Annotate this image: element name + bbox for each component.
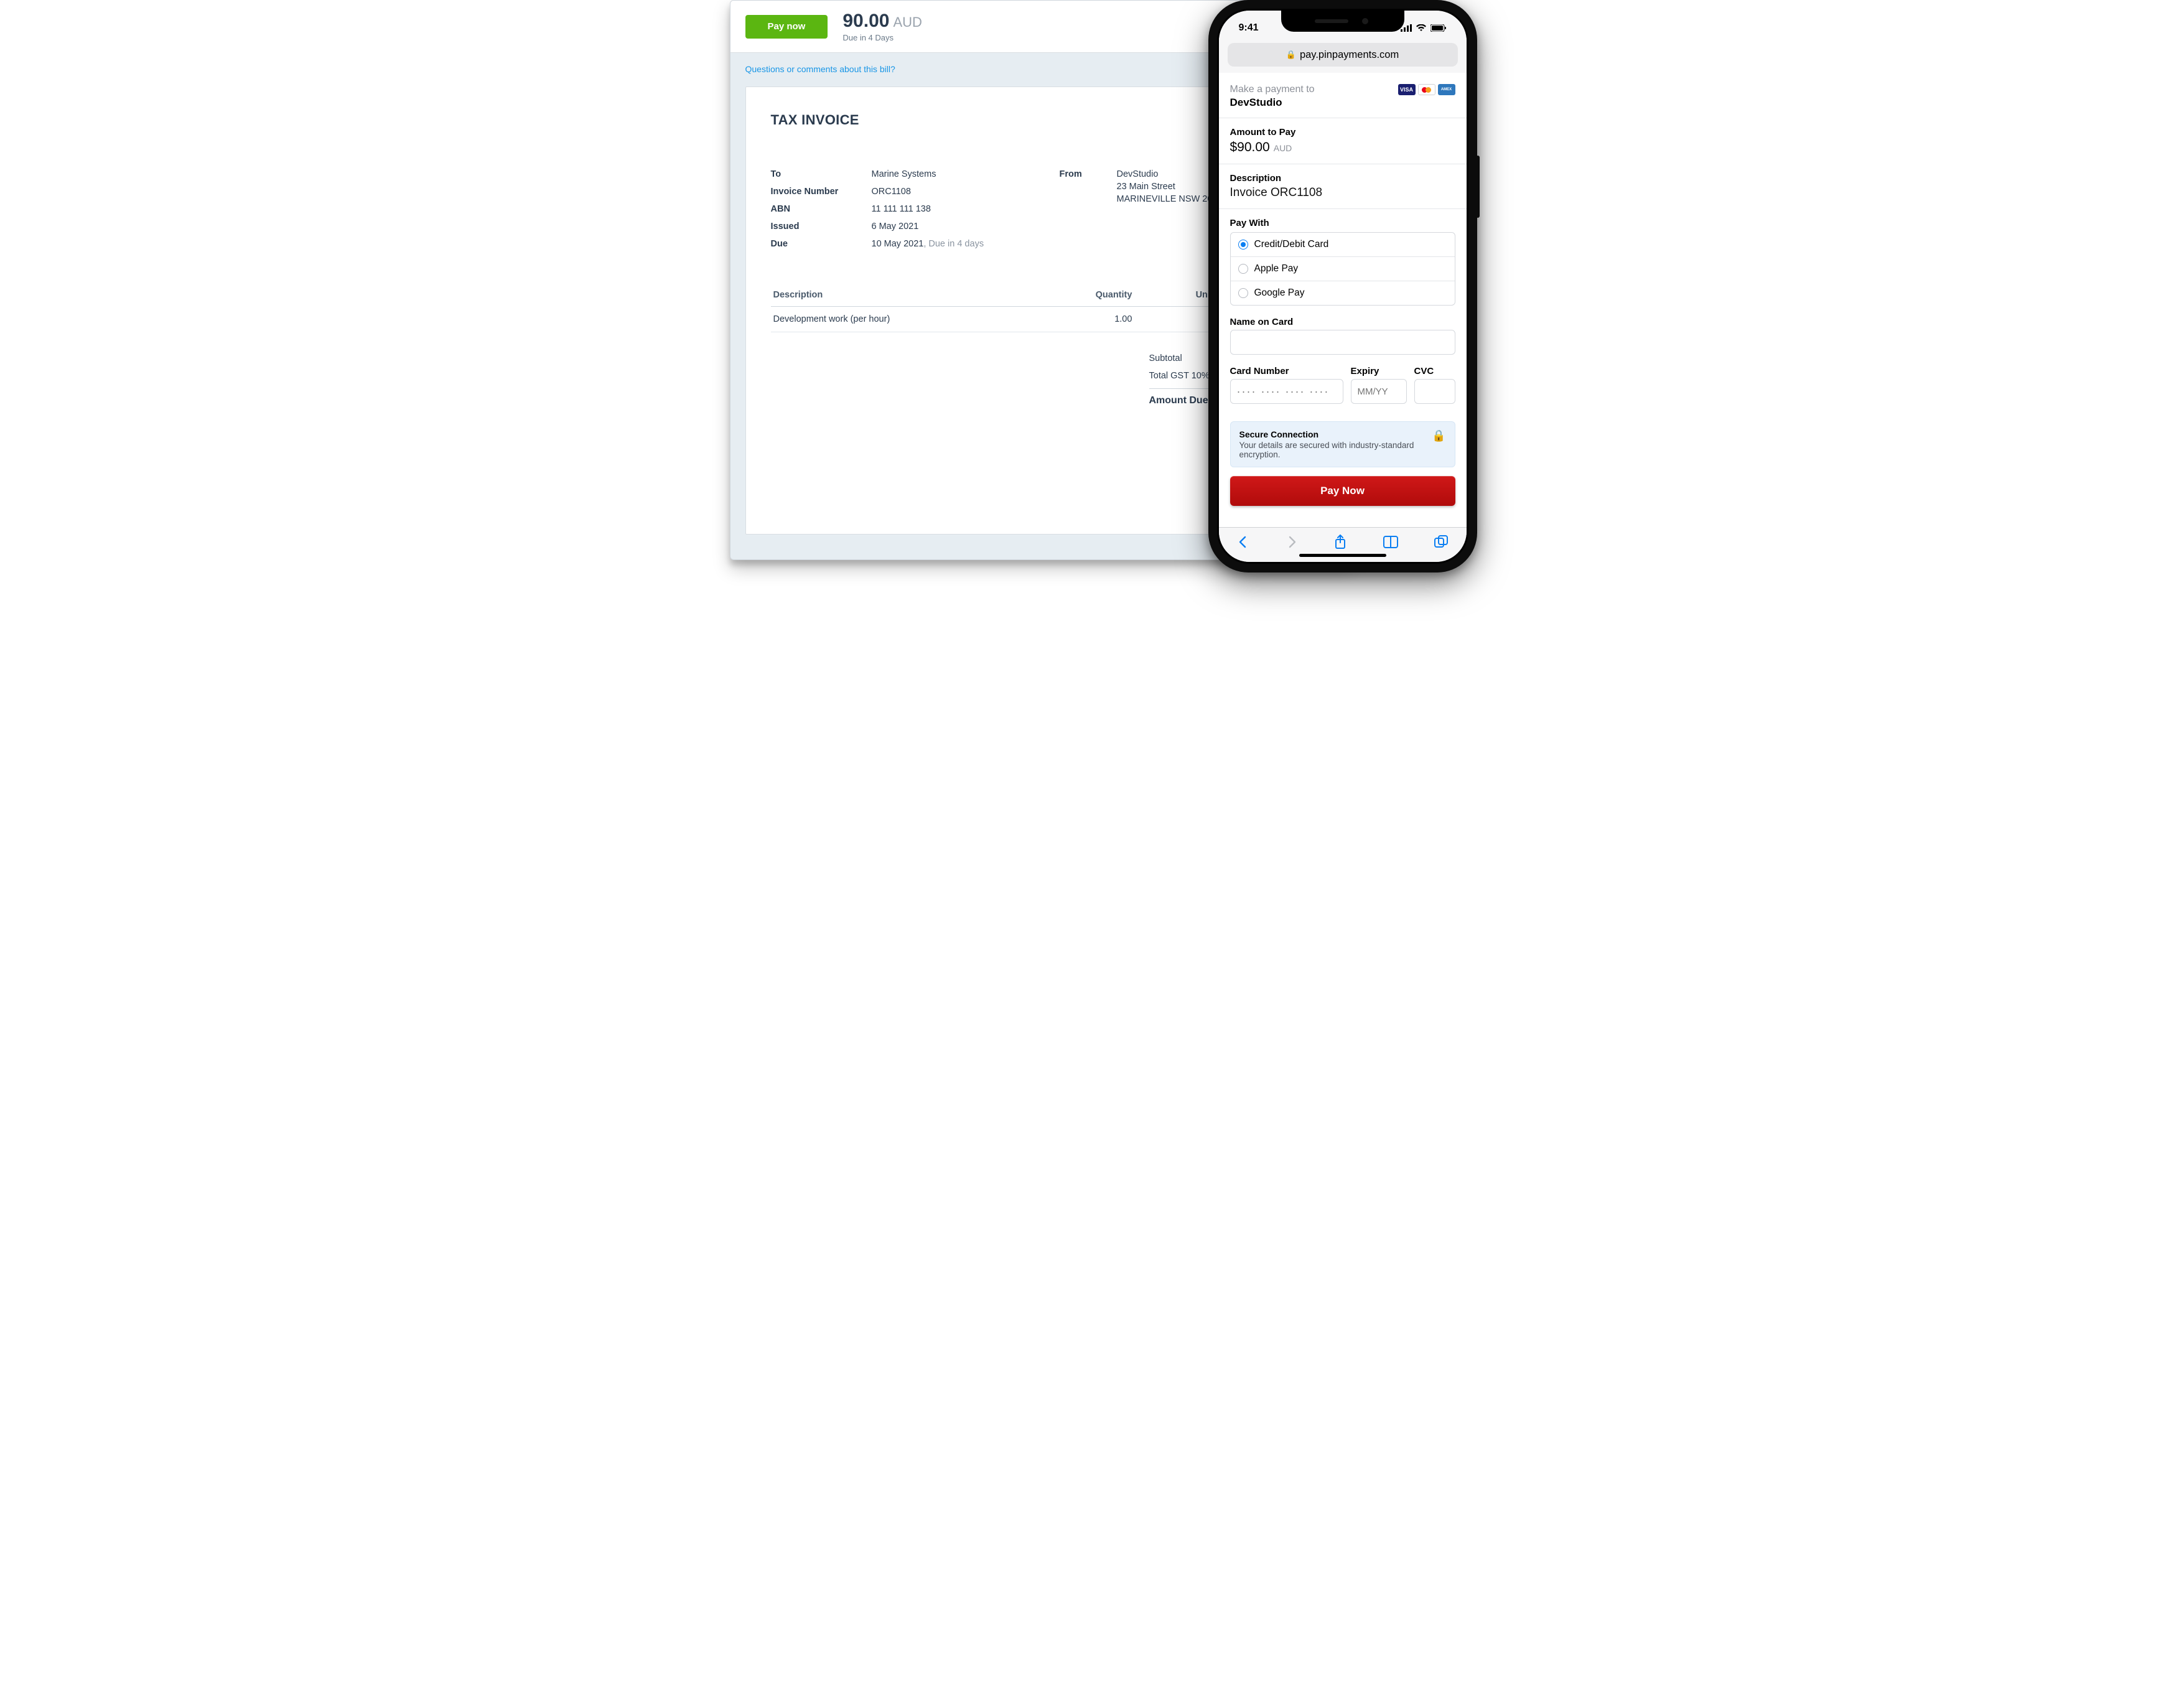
url-host: pay.pinpayments.com (1300, 49, 1399, 61)
amount-due-note: Due in 4 Days (842, 33, 922, 42)
amex-icon: AMEX (1438, 84, 1455, 95)
cell-description: Development work (per hour) (771, 307, 1053, 332)
name-on-card-input[interactable] (1230, 330, 1455, 355)
card-number-input[interactable] (1230, 379, 1343, 404)
phone-notch (1281, 11, 1404, 32)
description-value: Invoice ORC1108 (1230, 186, 1455, 200)
col-quantity: Quantity (1052, 284, 1134, 307)
amount-value: 90.00 (842, 11, 889, 32)
label-from: From (1060, 169, 1109, 204)
label-abn: ABN (771, 204, 864, 214)
value-to: Marine Systems (872, 169, 936, 179)
pay-option-apple[interactable]: Apple Pay (1231, 257, 1455, 281)
label-due: Due (771, 239, 864, 249)
subtotal-label: Subtotal (1149, 353, 1182, 363)
expiry-label: Expiry (1351, 366, 1407, 376)
pay-option-card[interactable]: Credit/Debit Card (1231, 233, 1455, 257)
from-line2: MARINEVILLE NSW 2000 (1117, 194, 1223, 204)
secure-banner: Secure Connection Your details are secur… (1230, 421, 1455, 467)
share-button[interactable] (1333, 534, 1347, 553)
value-invoice-number: ORC1108 (872, 187, 911, 197)
visa-icon: VISA (1398, 84, 1416, 95)
secure-body: Your details are secured with industry-s… (1239, 441, 1424, 459)
col-description: Description (771, 284, 1053, 307)
lock-icon: 🔒 (1432, 429, 1445, 442)
radio-selected-icon (1238, 240, 1248, 250)
cvc-label: CVC (1414, 366, 1455, 376)
amount-to-pay-currency: AUD (1274, 143, 1292, 153)
amount-summary: 90.00 AUD Due in 4 Days (842, 11, 922, 42)
value-due: 10 May 2021 (872, 239, 924, 249)
pay-with-label: Pay With (1230, 218, 1455, 228)
card-brands: VISA AMEX (1398, 84, 1455, 95)
amount-currency: AUD (893, 14, 922, 30)
value-issued: 6 May 2021 (872, 222, 919, 231)
merchant-label: Make a payment to (1230, 84, 1315, 95)
gst-total-label: Total GST 10% (1149, 371, 1210, 381)
merchant-name: DevStudio (1230, 96, 1315, 109)
cell-quantity: 1.00 (1052, 307, 1134, 332)
wifi-icon (1416, 24, 1427, 32)
mastercard-icon (1418, 84, 1435, 95)
pay-option-google-label: Google Pay (1254, 287, 1305, 299)
bookmarks-button[interactable] (1383, 535, 1399, 552)
address-field[interactable]: 🔒 pay.pinpayments.com (1228, 43, 1458, 67)
secure-title: Secure Connection (1239, 429, 1424, 439)
address-bar: 🔒 pay.pinpayments.com (1219, 39, 1467, 73)
radio-icon (1238, 264, 1248, 274)
pay-option-apple-label: Apple Pay (1254, 263, 1299, 274)
radio-icon (1238, 288, 1248, 298)
from-line1: 23 Main Street (1117, 182, 1223, 192)
home-indicator[interactable] (1299, 554, 1386, 557)
expiry-input[interactable] (1351, 379, 1407, 404)
tabs-button[interactable] (1434, 535, 1449, 553)
status-time: 9:41 (1239, 22, 1259, 34)
amount-to-pay-label: Amount to Pay (1230, 127, 1455, 138)
pay-option-google[interactable]: Google Pay (1231, 281, 1455, 305)
pay-option-card-label: Credit/Debit Card (1254, 239, 1329, 250)
pay-with-group: Credit/Debit Card Apple Pay Google Pay (1230, 232, 1455, 306)
amount-to-pay-value: $90.00 (1230, 140, 1270, 155)
pay-now-button[interactable]: Pay now (745, 15, 828, 39)
amount-due-label: Amount Due (1149, 395, 1208, 406)
payment-page: Make a payment to DevStudio VISA AMEX Am… (1219, 73, 1467, 527)
forward-button[interactable] (1285, 535, 1299, 552)
from-name: DevStudio (1117, 169, 1223, 179)
pay-now-submit-button[interactable]: Pay Now (1230, 476, 1455, 506)
cvc-input[interactable] (1414, 379, 1455, 404)
lock-icon: 🔒 (1286, 50, 1296, 60)
value-abn: 11 111 111 138 (872, 204, 931, 214)
description-label: Description (1230, 173, 1455, 184)
phone-device: 9:41 🔒 pay.pinpayments.com (1208, 0, 1477, 572)
value-due-suffix: , Due in 4 days (923, 239, 984, 249)
battery-icon (1430, 24, 1447, 32)
name-on-card-label: Name on Card (1230, 317, 1455, 327)
label-issued: Issued (771, 222, 864, 231)
label-invoice-number: Invoice Number (771, 187, 864, 197)
questions-link[interactable]: Questions or comments about this bill? (745, 64, 895, 74)
card-number-label: Card Number (1230, 366, 1343, 376)
back-button[interactable] (1236, 535, 1250, 552)
label-to: To (771, 169, 864, 179)
